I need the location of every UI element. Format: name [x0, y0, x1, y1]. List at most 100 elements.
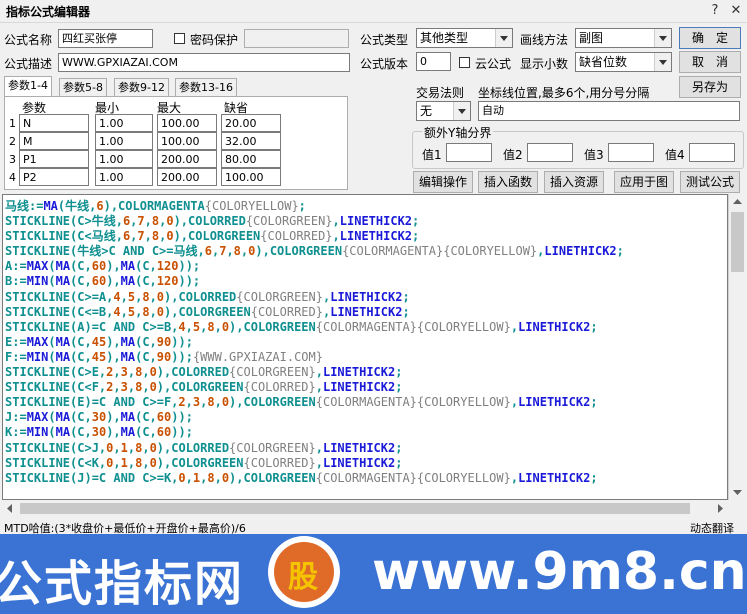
code-line: STICKLINE(C>J,0,1,8,0),COLORRED{COLORGRE…: [5, 440, 403, 455]
param-name-input[interactable]: N: [19, 114, 89, 132]
close-icon[interactable]: ✕: [726, 2, 746, 20]
decimals-value: 缺省位数: [579, 55, 628, 69]
help-icon[interactable]: ?: [705, 2, 725, 20]
y-value2-input[interactable]: [527, 143, 573, 162]
chevron-down-icon: [654, 29, 671, 47]
code-line: F:=MIN(MA(C,45),MA(C,90));{WWW.GPXIAZAI.…: [5, 349, 323, 364]
y-value3-label: 值3: [584, 148, 604, 162]
chevron-down-icon: [495, 29, 512, 47]
param-row-index: 2: [9, 135, 16, 148]
code-line: STICKLINE(E)=C AND C>=F,2,3,8,0),COLORGR…: [5, 395, 598, 410]
y-value4-label: 值4: [665, 148, 685, 162]
formula-code: 马线:=MA(牛线,6),COLORMAGENTA{COLORYELLOW}; S…: [5, 199, 624, 486]
trade-rule-value: 无: [420, 104, 433, 118]
y-value1-label: 值1: [422, 148, 442, 162]
insert-resource-button[interactable]: 插入资源: [544, 171, 604, 193]
formula-desc-input[interactable]: WWW.GPXIAZAI.COM: [58, 53, 350, 72]
code-line: K:=MIN(MA(C,30),MA(C,60));: [5, 425, 193, 440]
test-formula-button[interactable]: 测试公式: [680, 171, 740, 193]
param-max-input[interactable]: 100.00: [157, 132, 217, 150]
tab-params-5-8[interactable]: 参数5-8: [59, 78, 107, 97]
param-max-input[interactable]: 100.00: [157, 114, 217, 132]
save-as-button[interactable]: 另存为: [679, 76, 741, 98]
extra-y-axis-label: 额外Y轴分界: [422, 124, 494, 141]
draw-method-label: 画线方法: [520, 33, 569, 47]
code-line: STICKLINE(C<马线,6,7,8,0),COLORGREEN{COLOR…: [5, 229, 420, 244]
cloud-formula-checkbox[interactable]: [459, 57, 470, 68]
param-default-input[interactable]: 100.00: [221, 168, 281, 186]
code-line: STICKLINE(C<=B,4,5,8,0),COLORGREEN{COLOR…: [5, 304, 410, 319]
banner-right-text: www.9m8.cn: [372, 542, 747, 602]
banner-left-text: 公式指标网: [0, 556, 245, 612]
code-line: B:=MIN(MA(C,60),MA(C,120));: [5, 274, 201, 289]
banner-logo-char: 股: [288, 560, 318, 595]
cloud-formula-label: 云公式: [475, 57, 512, 71]
formula-name-input[interactable]: 四红买张停: [58, 29, 153, 48]
tab-params-13-16[interactable]: 参数13-16: [175, 78, 237, 97]
formula-name-label: 公式名称: [4, 33, 53, 47]
param-name-input[interactable]: M: [19, 132, 89, 150]
param-min-input[interactable]: 1.00: [95, 132, 153, 150]
y-value1-input[interactable]: [446, 143, 492, 162]
param-name-input[interactable]: P2: [19, 168, 89, 186]
password-label: 密码保护: [190, 33, 239, 47]
code-line: A:=MAX(MA(C,60),MA(C,120));: [5, 259, 201, 274]
watermark-banner: 公式指标网 股 www.9m8.cn: [0, 534, 747, 614]
formula-type-label: 公式类型: [360, 33, 409, 47]
code-line: STICKLINE(牛线>C AND C>=马线,6,7,8,0),COLORG…: [5, 244, 624, 259]
y-value2-label: 值2: [503, 148, 523, 162]
coord-lines-input[interactable]: 自动: [478, 101, 740, 121]
formula-type-value: 其他类型: [420, 31, 469, 45]
param-name-input[interactable]: P1: [19, 150, 89, 168]
formula-version-label: 公式版本: [360, 57, 409, 71]
y-value3-input[interactable]: [608, 143, 654, 162]
code-line: J:=MAX(MA(C,30),MA(C,60));: [5, 410, 193, 425]
draw-method-select[interactable]: 副图: [575, 28, 672, 48]
code-line: STICKLINE(C<F,2,3,8,0),COLORGREEN{COLORR…: [5, 380, 403, 395]
trade-rule-label: 交易法则: [416, 86, 465, 100]
horizontal-scrollbar[interactable]: [2, 500, 728, 517]
param-min-input[interactable]: 1.00: [95, 168, 153, 186]
param-row-index: 1: [9, 117, 16, 130]
code-line: STICKLINE(C>=A,4,5,8,0),COLORRED{COLORGR…: [5, 289, 410, 304]
param-max-input[interactable]: 200.00: [157, 150, 217, 168]
y-value4-input[interactable]: [689, 143, 735, 162]
param-row-index: 4: [9, 171, 16, 184]
cancel-button[interactable]: 取 消: [679, 51, 741, 73]
code-line: STICKLINE(C>E,2,3,8,0),COLORRED{COLORGRE…: [5, 365, 403, 380]
formula-version-input[interactable]: 0: [416, 52, 451, 71]
vertical-scrollbar[interactable]: [728, 194, 746, 500]
insert-function-button[interactable]: 插入函数: [478, 171, 538, 193]
code-line: STICKLINE(A)=C AND C>=B,4,5,8,0),COLORGR…: [5, 319, 598, 334]
coord-lines-label: 坐标线位置,最多6个,用分号分隔: [478, 86, 650, 100]
param-max-input[interactable]: 200.00: [157, 168, 217, 186]
code-line: STICKLINE(C>牛线,6,7,8,0),COLORRED{COLORGR…: [5, 214, 420, 229]
banner-logo: 股: [268, 536, 340, 608]
ok-button[interactable]: 确 定: [679, 27, 741, 49]
param-row-index: 3: [9, 153, 16, 166]
scrollbar-arrows-icon: [7, 503, 723, 514]
param-default-input[interactable]: 32.00: [221, 132, 281, 150]
password-checkbox[interactable]: [174, 33, 185, 44]
param-min-input[interactable]: 1.00: [95, 114, 153, 132]
tab-params-1-4[interactable]: 参数1-4: [4, 76, 52, 97]
tab-params-9-12[interactable]: 参数9-12: [114, 78, 169, 97]
decimals-select[interactable]: 缺省位数: [575, 52, 672, 72]
param-min-input[interactable]: 1.00: [95, 150, 153, 168]
status-bar: MTD哈值:(3*收盘价+最低价+开盘价+最高价)/6 动态翻译: [0, 520, 747, 535]
formula-desc-label: 公式描述: [4, 57, 53, 71]
param-default-input[interactable]: 20.00: [221, 114, 281, 132]
code-line: 马线:=MA(牛线,6),COLORMAGENTA{COLORYELLOW};: [5, 199, 306, 213]
formula-type-select[interactable]: 其他类型: [416, 28, 513, 48]
edit-operations-button[interactable]: 编辑操作: [413, 171, 473, 193]
title-bar: 指标公式编辑器 ? ✕: [0, 0, 747, 23]
draw-method-value: 副图: [579, 31, 604, 45]
param-table: 参数 最小 最大 缺省 1 N 1.00 100.00 20.00 2 M 1.…: [4, 96, 348, 190]
trade-rule-select[interactable]: 无: [416, 101, 471, 121]
password-input: [244, 29, 349, 48]
chevron-down-icon: [453, 102, 470, 120]
param-default-input[interactable]: 80.00: [221, 150, 281, 168]
formula-code-editor[interactable]: 马线:=MA(牛线,6),COLORMAGENTA{COLORYELLOW}; S…: [2, 194, 728, 500]
apply-to-chart-button[interactable]: 应用于图: [614, 171, 674, 193]
decimals-label: 显示小数: [520, 57, 569, 71]
